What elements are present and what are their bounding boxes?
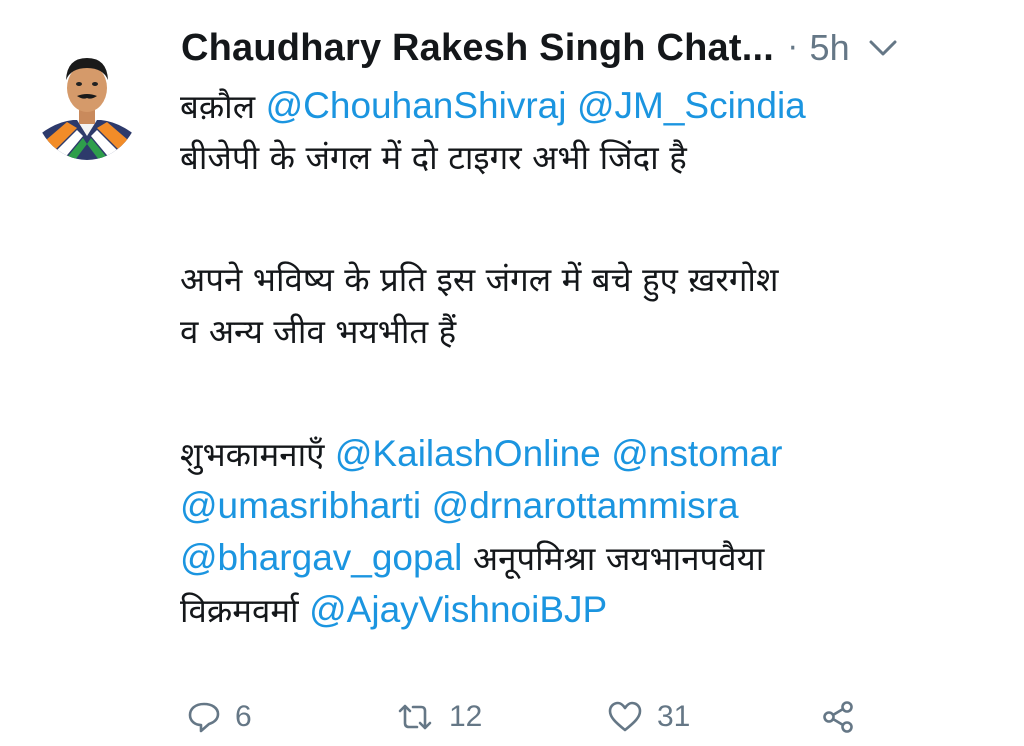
mention-link[interactable]: @ChouhanShivraj xyxy=(266,85,567,126)
mention-link[interactable]: @AjayVishnoiBJP xyxy=(309,589,607,630)
tweet-line-7: @bhargav_gopal अनूपमिश्रा जयभानपवैया xyxy=(180,532,1010,584)
tweet-line-8: विक्रमवर्मा @AjayVishnoiBJP xyxy=(180,584,1010,636)
tweet-actions: 6 12 31 xyxy=(187,700,887,746)
tweet-text: बक़ौल @ChouhanShivraj @JM_Scindia बीजेपी… xyxy=(180,80,1010,636)
tweet-line-6: @umasribharti @drnarottammisra xyxy=(180,480,1010,532)
reply-button[interactable]: 6 xyxy=(187,700,252,734)
share-icon xyxy=(821,700,855,734)
tweet-line-2: बीजेपी के जंगल में दो टाइगर अभी जिंदा है xyxy=(180,138,687,177)
like-icon xyxy=(607,701,643,733)
mention-link[interactable]: @drnarottammisra xyxy=(432,485,739,526)
reply-icon xyxy=(187,701,221,733)
like-button[interactable]: 31 xyxy=(607,700,690,734)
mention-link[interactable]: @bhargav_gopal xyxy=(180,537,462,578)
retweet-button[interactable]: 12 xyxy=(395,700,482,734)
chevron-down-icon[interactable] xyxy=(868,38,898,58)
mention-link[interactable]: @nstomar xyxy=(611,433,782,474)
tweet-line-1: बक़ौल @ChouhanShivraj @JM_Scindia xyxy=(180,80,1010,132)
tweet-text-segment: बक़ौल xyxy=(180,87,256,126)
mention-link[interactable]: @KailashOnline xyxy=(335,433,601,474)
header-separator: · xyxy=(788,30,798,66)
tweet-timestamp[interactable]: 5h xyxy=(810,27,850,69)
retweet-icon xyxy=(395,701,435,733)
mention-link[interactable]: @JM_Scindia xyxy=(577,85,806,126)
tweet-header: Chaudhary Rakesh Singh Chat... · 5h xyxy=(181,18,1001,78)
like-count: 31 xyxy=(657,700,691,733)
tweet-text-segment: शुभकामनाएँ xyxy=(180,435,325,474)
reply-count: 6 xyxy=(235,700,252,733)
tweet-text-segment: अनूपमिश्रा जयभानपवैया xyxy=(472,539,765,578)
retweet-count: 12 xyxy=(449,700,483,733)
avatar[interactable] xyxy=(33,36,141,160)
tweet-line-4: व अन्य जीव भयभीत हैं xyxy=(180,312,457,351)
tweet-line-3: अपने भविष्य के प्रति इस जंगल में बचे हुए… xyxy=(180,260,779,299)
share-button[interactable] xyxy=(821,700,855,734)
tweet-line-5: शुभकामनाएँ @KailashOnline @nstomar xyxy=(180,428,1010,480)
author-name[interactable]: Chaudhary Rakesh Singh Chat... xyxy=(181,27,774,70)
tweet-text-segment: विक्रमवर्मा xyxy=(180,591,299,630)
mention-link[interactable]: @umasribharti xyxy=(180,485,421,526)
